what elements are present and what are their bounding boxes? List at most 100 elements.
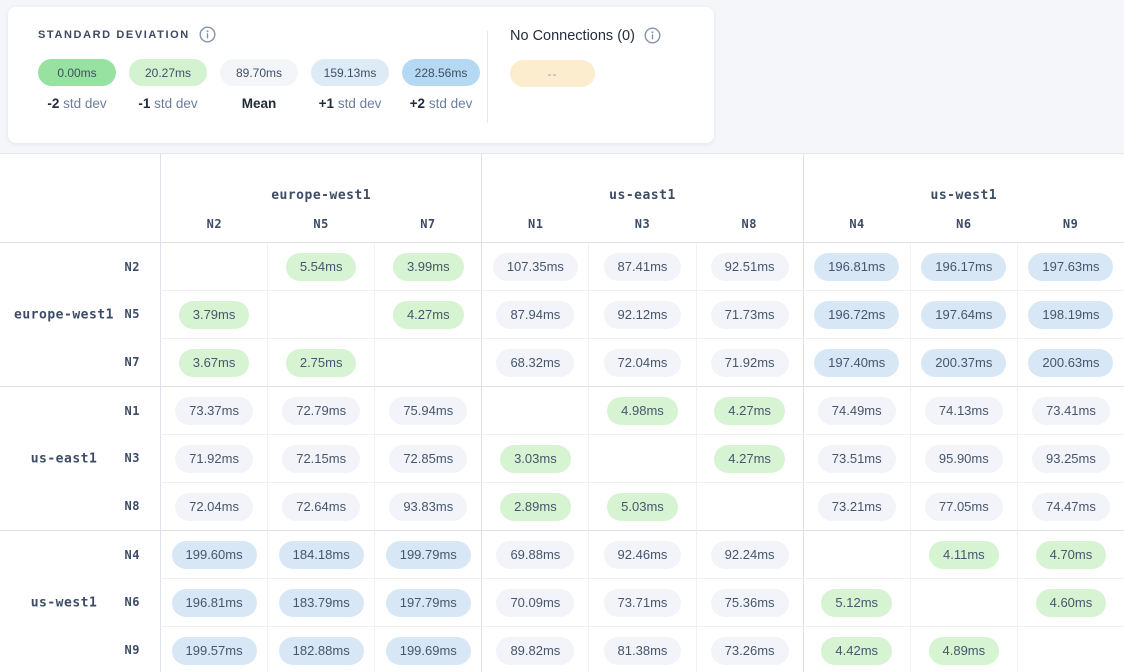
latency-value-pill[interactable]: 4.98ms — [607, 397, 678, 425]
latency-value-pill[interactable]: 4.27ms — [714, 445, 785, 473]
latency-value-pill[interactable]: 75.36ms — [711, 589, 789, 617]
row-node-label-N8: N8 — [0, 482, 160, 530]
latency-value-pill[interactable]: 71.92ms — [711, 349, 789, 377]
latency-value-pill[interactable]: 196.81ms — [814, 253, 899, 281]
latency-value-pill[interactable]: 73.51ms — [818, 445, 896, 473]
latency-value-pill[interactable]: 69.88ms — [496, 541, 574, 569]
latency-cell: 73.21ms — [803, 482, 910, 530]
latency-value-pill[interactable]: 72.04ms — [604, 349, 682, 377]
latency-value-pill[interactable]: 196.81ms — [172, 589, 257, 617]
latency-value-pill[interactable]: 4.11ms — [929, 541, 999, 569]
latency-value-pill[interactable]: 92.46ms — [604, 541, 682, 569]
latency-value-pill[interactable]: 87.41ms — [604, 253, 682, 281]
latency-value-pill[interactable]: 68.32ms — [496, 349, 574, 377]
latency-value-pill[interactable]: 4.70ms — [1036, 541, 1107, 569]
latency-value-pill[interactable]: 183.79ms — [279, 589, 364, 617]
latency-value-pill[interactable]: 197.40ms — [814, 349, 899, 377]
latency-value-pill[interactable]: 73.37ms — [175, 397, 253, 425]
latency-value-pill[interactable]: 93.25ms — [1032, 445, 1110, 473]
latency-value-pill[interactable]: 70.09ms — [496, 589, 574, 617]
latency-value-pill[interactable]: 182.88ms — [279, 637, 364, 665]
latency-value-pill[interactable]: 71.92ms — [175, 445, 253, 473]
latency-value-pill[interactable]: 73.71ms — [604, 589, 682, 617]
latency-value-pill[interactable]: 3.99ms — [393, 253, 464, 281]
latency-value-pill[interactable]: 107.35ms — [493, 253, 578, 281]
stddev-label-row: -2 std dev-1 std devMean+1 std dev+2 std… — [38, 96, 493, 111]
latency-cell: 72.79ms — [267, 386, 374, 434]
latency-value-pill[interactable]: 95.90ms — [925, 445, 1003, 473]
latency-value-pill[interactable]: 200.63ms — [1028, 349, 1113, 377]
latency-value-pill[interactable]: 72.64ms — [282, 493, 360, 521]
latency-cell — [1017, 626, 1124, 672]
latency-value-pill[interactable]: 77.05ms — [925, 493, 1003, 521]
latency-value-pill[interactable]: 197.64ms — [921, 301, 1006, 329]
latency-cell: 4.27ms — [374, 290, 481, 338]
latency-value-pill[interactable]: 3.67ms — [179, 349, 250, 377]
latency-cell: 199.79ms — [374, 530, 481, 578]
info-icon[interactable] — [199, 26, 216, 43]
latency-value-pill[interactable]: 72.85ms — [389, 445, 467, 473]
latency-value-pill[interactable]: 73.26ms — [711, 637, 789, 665]
latency-value-pill[interactable]: 4.89ms — [929, 637, 1000, 665]
latency-value-pill[interactable]: 93.83ms — [389, 493, 467, 521]
latency-value-pill[interactable]: 2.89ms — [500, 493, 571, 521]
latency-value-pill[interactable]: 199.60ms — [172, 541, 257, 569]
latency-cell: 4.60ms — [1017, 578, 1124, 626]
latency-value-pill[interactable]: 72.79ms — [282, 397, 360, 425]
column-group-header-europe-west1: europe-west1N2N5N7 — [160, 154, 481, 242]
latency-cell: 71.92ms — [160, 434, 267, 482]
latency-value-pill[interactable]: 72.04ms — [175, 493, 253, 521]
column-node-label-N6: N6 — [910, 217, 1017, 231]
latency-value-pill[interactable]: 197.79ms — [386, 589, 471, 617]
latency-value-pill[interactable]: 71.73ms — [711, 301, 789, 329]
latency-value-pill[interactable]: 2.75ms — [286, 349, 357, 377]
latency-value-pill[interactable]: 73.21ms — [818, 493, 896, 521]
latency-value-pill[interactable]: 197.63ms — [1028, 253, 1113, 281]
latency-value-pill[interactable]: 199.69ms — [386, 637, 471, 665]
latency-value-pill[interactable]: 5.03ms — [607, 493, 678, 521]
latency-value-pill[interactable]: 75.94ms — [389, 397, 467, 425]
latency-value-pill[interactable]: 4.42ms — [821, 637, 892, 665]
latency-value-pill[interactable]: 72.15ms — [282, 445, 360, 473]
latency-value-pill[interactable]: 87.94ms — [496, 301, 574, 329]
latency-value-pill[interactable]: 92.12ms — [604, 301, 682, 329]
latency-cell: 196.81ms — [803, 242, 910, 290]
latency-value-pill[interactable]: 200.37ms — [921, 349, 1006, 377]
latency-value-pill[interactable]: 4.60ms — [1036, 589, 1107, 617]
latency-cell — [160, 242, 267, 290]
latency-cell: 200.37ms — [910, 338, 1017, 386]
row-group-header-europe-west1: europe-west1N2N5N7 — [0, 242, 160, 386]
latency-value-pill[interactable]: 184.18ms — [279, 541, 364, 569]
latency-value-pill[interactable]: 5.12ms — [821, 589, 892, 617]
latency-cell: 4.27ms — [696, 386, 803, 434]
latency-value-pill[interactable]: 3.79ms — [179, 301, 250, 329]
latency-value-pill[interactable]: 89.82ms — [496, 637, 574, 665]
latency-value-pill[interactable]: 92.51ms — [711, 253, 789, 281]
stddev-label-0: -2 std dev — [38, 96, 116, 111]
latency-cell: 4.98ms — [588, 386, 695, 434]
latency-value-pill[interactable]: 199.57ms — [172, 637, 257, 665]
latency-value-pill[interactable]: 81.38ms — [604, 637, 682, 665]
latency-value-pill[interactable]: 74.49ms — [818, 397, 896, 425]
latency-cell: 4.11ms — [910, 530, 1017, 578]
latency-cell: 198.19ms — [1017, 290, 1124, 338]
info-icon[interactable] — [644, 27, 661, 44]
latency-value-pill[interactable]: 74.47ms — [1032, 493, 1110, 521]
latency-cell: 196.72ms — [803, 290, 910, 338]
latency-cell: 3.99ms — [374, 242, 481, 290]
latency-value-pill[interactable]: 3.03ms — [500, 445, 571, 473]
latency-value-pill[interactable]: 196.72ms — [814, 301, 899, 329]
latency-value-pill[interactable]: 198.19ms — [1028, 301, 1113, 329]
latency-value-pill[interactable]: 74.13ms — [925, 397, 1003, 425]
latency-value-pill[interactable]: 92.24ms — [711, 541, 789, 569]
latency-value-pill[interactable]: 196.17ms — [921, 253, 1006, 281]
latency-value-pill[interactable]: 4.27ms — [714, 397, 785, 425]
latency-value-pill[interactable]: 4.27ms — [393, 301, 464, 329]
latency-value-pill[interactable]: 199.79ms — [386, 541, 471, 569]
latency-value-pill[interactable]: 5.54ms — [286, 253, 357, 281]
latency-cell: 93.83ms — [374, 482, 481, 530]
stddev-label-2: Mean — [220, 96, 298, 111]
row-region-label: europe-west1 — [12, 307, 116, 322]
column-region-label: us-east1 — [482, 188, 802, 203]
latency-value-pill[interactable]: 73.41ms — [1032, 397, 1110, 425]
